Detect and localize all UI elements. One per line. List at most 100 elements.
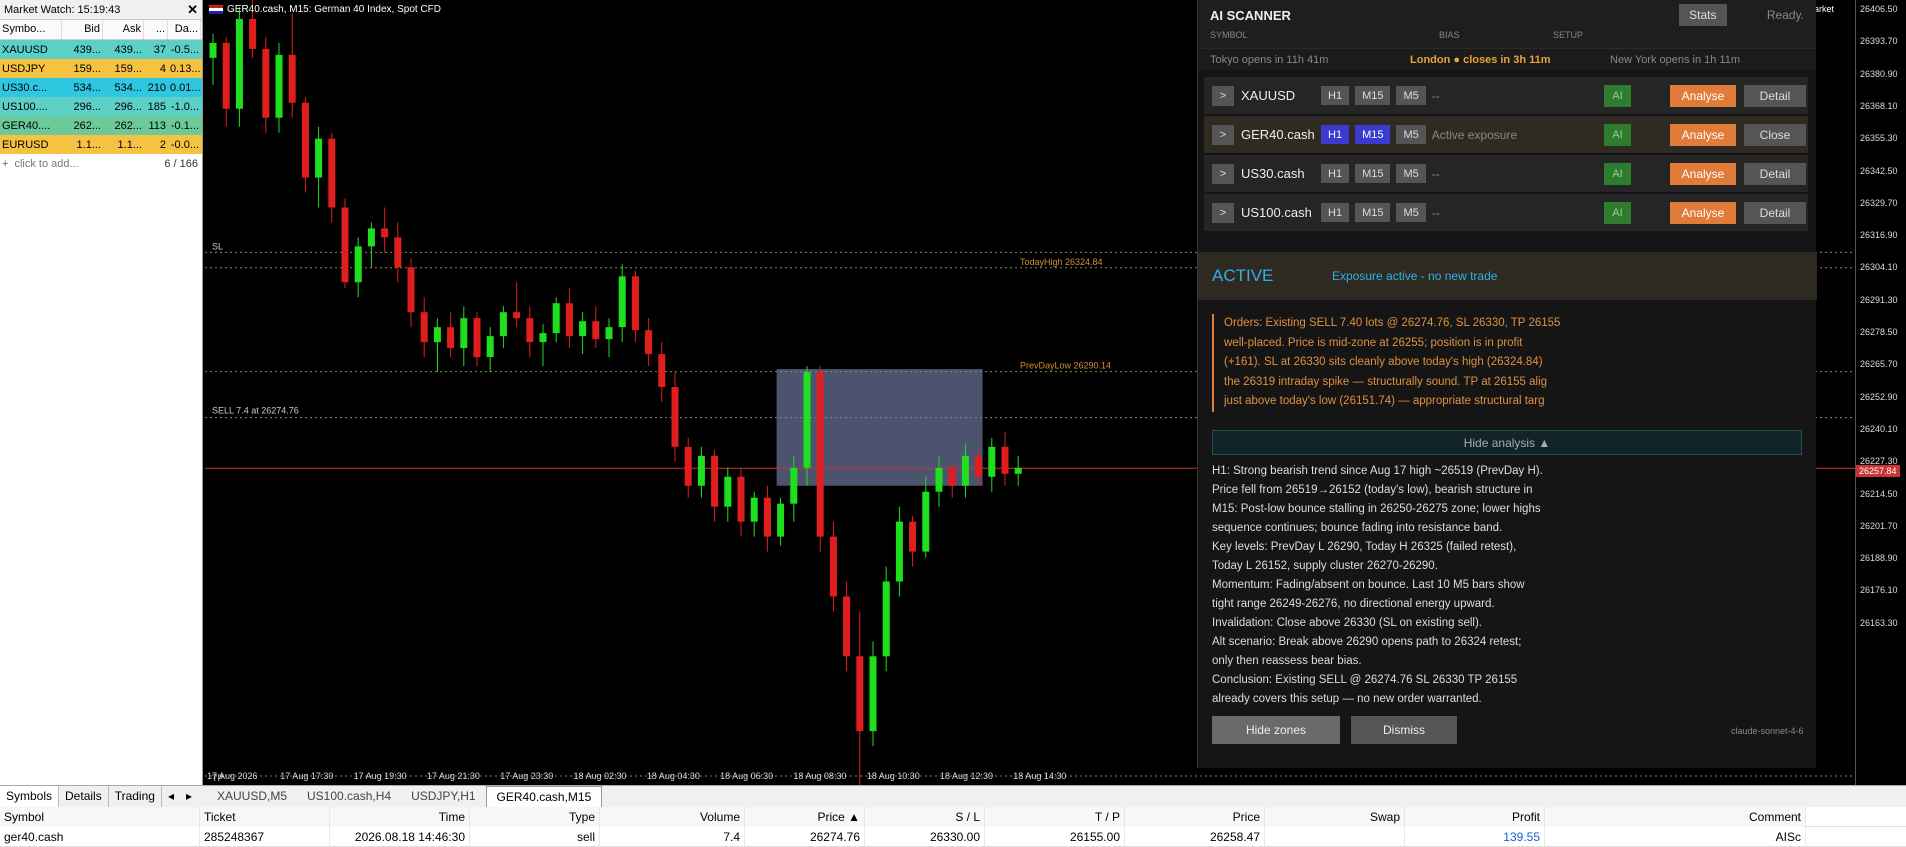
timeframe-badge-h1[interactable]: H1 (1321, 164, 1350, 183)
tab-details[interactable]: Details (59, 786, 109, 807)
chart-tab-xauusd[interactable]: XAUUSD,M5 (207, 786, 297, 807)
candle-body (935, 467, 943, 492)
candle-body (711, 455, 719, 507)
trade-col-header[interactable]: Price (1125, 806, 1265, 827)
candle-body (420, 312, 428, 343)
table-row[interactable]: ger40.cash 285248367 2026.08.18 14:46:30 se… (0, 826, 1906, 847)
trade-col-header[interactable]: Ticket (200, 806, 330, 827)
trade-col-header[interactable]: T / P (985, 806, 1125, 827)
price-tick-label: 26176.10 (1860, 585, 1898, 596)
trade-col-header[interactable]: Type (470, 806, 600, 827)
col-spread[interactable]: ... (144, 20, 168, 39)
tab-symbols[interactable]: Symbols (0, 786, 60, 807)
add-symbol-row[interactable]: + click to add... 6 / 166 (0, 154, 202, 173)
list-item[interactable]: GER40.... 262... 262... 113 -0.1... (0, 116, 202, 135)
timeframe-badge-h1[interactable]: H1 (1321, 203, 1350, 222)
chart-tab-usdjpy[interactable]: USDJPY,H1 (401, 786, 485, 807)
timeframe-badge-h1[interactable]: H1 (1321, 86, 1350, 105)
detail-button[interactable]: Detail (1744, 84, 1806, 107)
timeframe-badge-m15[interactable]: M15 (1355, 164, 1391, 183)
sl-label: SL (212, 241, 223, 251)
mw-symbol: EURUSD (2, 138, 49, 151)
expand-button[interactable]: > (1212, 163, 1234, 184)
col-ask[interactable]: Ask (103, 20, 144, 39)
scanner-setup: Active exposure (1431, 127, 1518, 142)
candle-body (499, 312, 507, 337)
candle-body (790, 467, 798, 504)
candle-body (460, 318, 468, 349)
candle-body (539, 333, 547, 343)
candle-body (407, 267, 415, 313)
list-item[interactable]: US100.... 296... 296... 185 -1.0... (0, 97, 202, 116)
scanner-title: AI SCANNER (1210, 7, 1291, 23)
trade-cell: ger40.cash (0, 826, 200, 847)
hide-analysis-button[interactable]: Hide analysis ▲ (1212, 430, 1802, 455)
candle-body (645, 330, 653, 355)
col-daily[interactable]: Da... (168, 20, 201, 39)
candle-body (249, 18, 257, 49)
timeframe-badge-m15[interactable]: M15 (1355, 125, 1391, 144)
trade-col-header[interactable]: Profit (1405, 806, 1545, 827)
mw-bid: 534... (73, 81, 101, 94)
ai-button[interactable]: AI (1604, 201, 1631, 224)
trade-col-header[interactable]: Price ▲ (745, 806, 865, 827)
candle-body (433, 327, 441, 343)
trade-col-header[interactable]: Time (330, 806, 470, 827)
expand-button[interactable]: > (1212, 85, 1234, 106)
expand-button[interactable]: > (1212, 124, 1234, 145)
scanner-row[interactable]: > US100.cash H1 M15 M5 -- AI Analyse Detail (1204, 194, 1808, 231)
candle-body (262, 48, 270, 118)
chart-tab-us100[interactable]: US100.cash,H4 (297, 786, 401, 807)
timeframe-badge-h1[interactable]: H1 (1321, 125, 1350, 144)
stats-button[interactable]: Stats (1678, 4, 1727, 26)
candle-body (895, 521, 903, 582)
list-item[interactable]: US30.c... 534... 534... 210 0.01... (0, 78, 202, 97)
col-symbol[interactable]: Symbo... (0, 20, 62, 39)
trade-cell: AISc (1545, 826, 1806, 847)
ai-button[interactable]: AI (1604, 84, 1631, 107)
timeframe-badge-m15[interactable]: M15 (1355, 86, 1391, 105)
analyse-button[interactable]: Analyse (1670, 162, 1736, 185)
list-item[interactable]: USDJPY 159... 159... 4 0.13... (0, 59, 202, 78)
list-item[interactable]: EURUSD 1.1... 1.1... 2 -0.0... (0, 135, 202, 154)
dismiss-button[interactable]: Dismiss (1351, 716, 1457, 744)
add-symbol-label: click to add... (14, 157, 79, 170)
trade-col-header[interactable]: Symbol (0, 806, 200, 827)
timeframe-badge-m5[interactable]: M5 (1396, 125, 1426, 144)
timeframe-badge-m5[interactable]: M5 (1396, 203, 1426, 222)
scanner-row[interactable]: > US30.cash H1 M15 M5 -- AI Analyse Detail (1204, 155, 1808, 192)
price-scale[interactable]: 26406.50 26393.70 26380.90 26368.10 26355.30… (1814, 0, 1906, 785)
trade-col-header[interactable]: Swap (1265, 806, 1405, 827)
analyse-button[interactable]: Analyse (1670, 84, 1736, 107)
time-tick-label: 17 Aug 2026 (207, 771, 258, 781)
price-tick-label: 26278.50 (1860, 327, 1898, 337)
timeframe-badge-m15[interactable]: M15 (1355, 203, 1391, 222)
mw-day: -1.0... (170, 100, 199, 113)
tab-trading[interactable]: Trading (109, 786, 162, 807)
col-bid[interactable]: Bid (62, 20, 103, 39)
scanner-row[interactable]: > GER40.cash H1 M15 M5 Active exposure AI Analy… (1204, 116, 1808, 153)
close-button[interactable]: Close (1744, 123, 1806, 146)
analyse-button[interactable]: Analyse (1670, 201, 1736, 224)
timeframe-badge-m5[interactable]: M5 (1396, 86, 1426, 105)
detail-button[interactable]: Detail (1744, 162, 1806, 185)
tab-scroll-left-icon[interactable]: ◂ (162, 786, 180, 807)
scanner-symbol: GER40.cash (1241, 127, 1315, 142)
trade-col-header[interactable]: S / L (865, 806, 985, 827)
ai-button[interactable]: AI (1604, 123, 1631, 146)
candle-body (684, 446, 692, 486)
analyse-button[interactable]: Analyse (1670, 123, 1736, 146)
analysis-line: only then reassess bear bias. (1212, 655, 1362, 667)
expand-button[interactable]: > (1212, 202, 1234, 223)
list-item[interactable]: XAUUSD 439... 439... 37 -0.5... (0, 40, 202, 59)
timeframe-badge-m5[interactable]: M5 (1396, 164, 1426, 183)
detail-button[interactable]: Detail (1744, 201, 1806, 224)
scanner-row[interactable]: > XAUUSD H1 M15 M5 -- AI Analyse Detail (1204, 77, 1808, 114)
ai-button[interactable]: AI (1604, 162, 1631, 185)
close-icon[interactable]: ✕ (187, 2, 198, 18)
chart-tab-ger40[interactable]: GER40.cash,M15 (485, 786, 603, 807)
trade-col-header[interactable]: Comment (1545, 806, 1806, 827)
hide-zones-button[interactable]: Hide zones (1212, 716, 1340, 744)
trade-col-header[interactable]: Volume (600, 806, 745, 827)
tab-scroll-right-icon[interactable]: ▸ (180, 786, 198, 807)
